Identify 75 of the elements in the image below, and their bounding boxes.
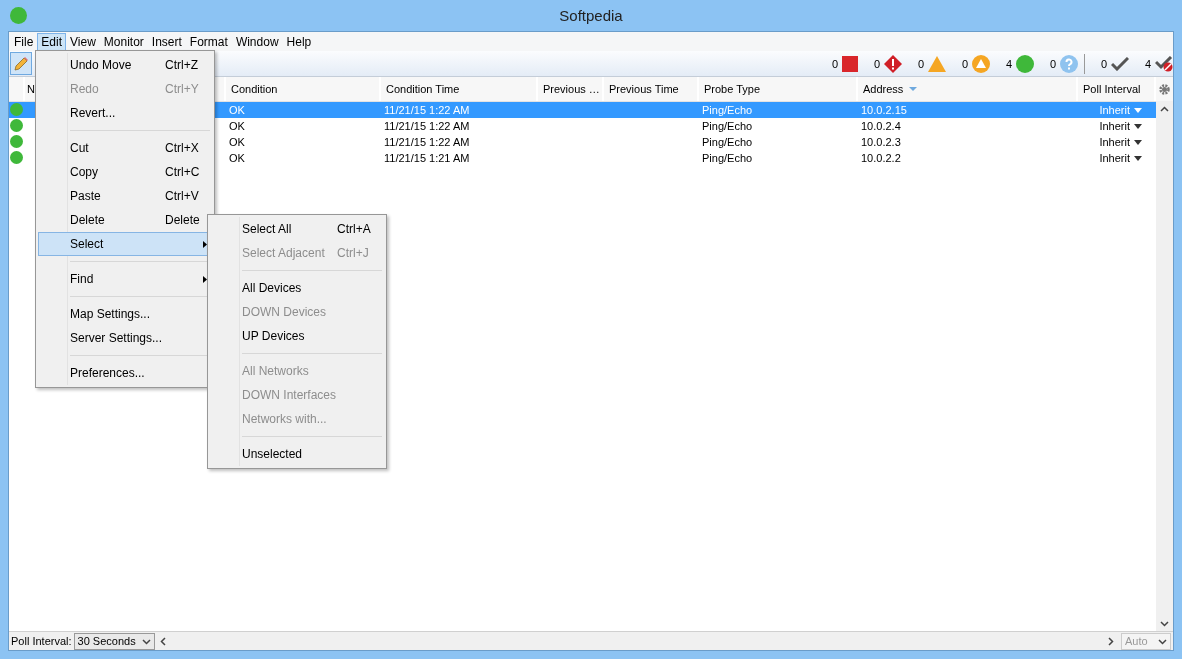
menu-bar-item[interactable]: Format: [185, 32, 232, 51]
scroll-down-icon[interactable]: [1160, 618, 1169, 628]
table-cell-text: 11/21/15 1:22 AM: [383, 135, 471, 150]
counter-value: 4: [1005, 57, 1012, 70]
table-cell-text: OK: [228, 119, 246, 134]
submenu-arrow-icon: [203, 240, 207, 248]
column-header[interactable]: Condition Time: [381, 77, 536, 101]
column-header[interactable]: Address: [858, 77, 1076, 101]
table-cell-text: Ping/Echo: [701, 103, 754, 118]
column-header[interactable]: Previous …: [538, 77, 602, 101]
menu-item[interactable]: Undo Move Ctrl+Z: [38, 53, 212, 77]
table-cell-text: OK: [228, 135, 246, 150]
checkmark-icon: [1111, 56, 1129, 71]
counter-value: 0: [1100, 57, 1107, 70]
menu-bar-item[interactable]: View: [66, 32, 100, 51]
dropdown-caret-icon: [1134, 107, 1142, 113]
counter-value: 0: [917, 57, 924, 70]
pencil-icon: [13, 55, 29, 72]
table-cell-text: 11/21/15 1:22 AM: [383, 119, 471, 134]
scroll-left-icon[interactable]: [158, 636, 168, 646]
menu-item[interactable]: Find: [38, 267, 212, 291]
question-icon: [1060, 54, 1078, 73]
warning-triangle-icon: [928, 55, 946, 72]
vertical-scrollbar[interactable]: [1156, 77, 1173, 631]
scroll-right-icon[interactable]: [1106, 636, 1115, 646]
menu-bar-item[interactable]: Insert: [147, 32, 186, 51]
menu-bar-item[interactable]: File: [10, 32, 38, 51]
table-cell-text: 10.0.2.3: [860, 135, 902, 150]
menu-bar-item[interactable]: Edit: [37, 32, 67, 51]
settings-icon[interactable]: [1159, 83, 1170, 95]
column-header[interactable]: Poll Interval: [1078, 77, 1154, 101]
poll-interval-label: Poll Interval:: [10, 635, 72, 647]
counter-value: 0: [1049, 57, 1056, 70]
table-cell-text: Ping/Echo: [701, 119, 754, 134]
chevron-down-icon[interactable]: [141, 636, 151, 646]
critical-icon: [884, 54, 902, 73]
counter-value: 0: [831, 57, 838, 70]
table-cell-text: Ping/Echo: [701, 135, 754, 150]
alert-circle-icon: [972, 54, 990, 73]
poll-interval-dropdown[interactable]: 30 Seconds: [73, 632, 155, 650]
table-cell-text: Ping/Echo: [701, 151, 754, 166]
table-cell-text: 11/21/15 1:22 AM: [383, 103, 471, 118]
app-icon: [10, 7, 27, 24]
table-cell-text: 11/21/15 1:21 AM: [383, 151, 471, 166]
status-up-icon: [1016, 54, 1034, 73]
scroll-up-icon[interactable]: [1160, 104, 1169, 114]
dropdown-caret-icon: [1134, 123, 1142, 129]
poll-interval-value[interactable]: Inherit: [1099, 152, 1130, 164]
menu-bar-item[interactable]: Window: [231, 32, 283, 51]
dropdown-caret-icon: [1134, 139, 1142, 145]
submenu-arrow-icon: [203, 275, 207, 283]
window-title: Softpedia: [558, 7, 624, 24]
table-cell-text: 10.0.2.15: [860, 103, 908, 118]
counter-value: 0: [961, 57, 968, 70]
column-header[interactable]: Condition: [226, 77, 379, 101]
table-cell-text: OK: [228, 151, 246, 166]
table-cell-text: 10.0.2.2: [860, 151, 902, 166]
table-cell-text: 10.0.2.4: [860, 119, 902, 134]
table-cell-text: OK: [228, 103, 246, 118]
poll-interval-value[interactable]: Inherit: [1099, 136, 1130, 148]
menu-bar-item[interactable]: Monitor: [99, 32, 148, 51]
counter-value: 4: [1144, 57, 1151, 70]
menu-item[interactable]: Unselected: [210, 442, 384, 466]
menu-item[interactable]: Select All Ctrl+A: [210, 217, 384, 241]
menu-item[interactable]: Paste Ctrl+V: [38, 184, 212, 208]
menu-item[interactable]: UP Devices: [210, 324, 384, 348]
poll-interval-value[interactable]: Inherit: [1099, 120, 1130, 132]
column-header[interactable]: Probe Type: [699, 77, 856, 101]
edit-mode-button[interactable]: [10, 52, 32, 75]
column-header[interactable]: Previous Time: [604, 77, 697, 101]
dropdown-caret-icon: [1134, 155, 1142, 161]
square-icon: [842, 55, 858, 72]
menu-item[interactable]: All Devices: [210, 276, 384, 300]
counter-value: 0: [873, 57, 880, 70]
menu-bar-item[interactable]: Help: [282, 32, 316, 51]
